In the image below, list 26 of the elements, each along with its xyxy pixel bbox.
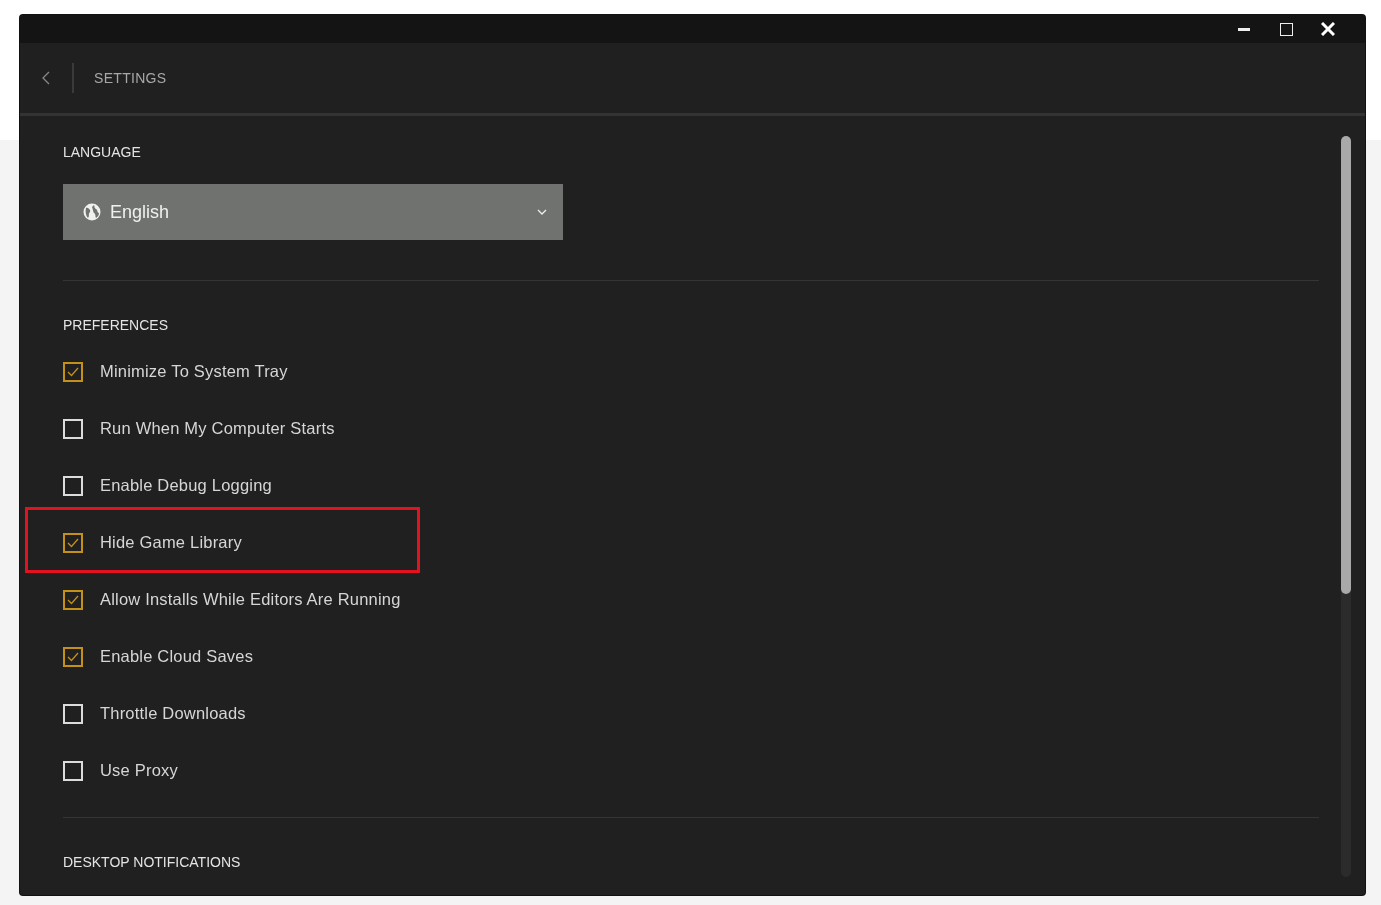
language-dropdown[interactable]: English <box>63 184 563 240</box>
globe-icon <box>83 203 101 221</box>
checkbox-label: Throttle Downloads <box>100 704 246 723</box>
section-heading: LANGUAGE <box>63 144 142 160</box>
section-heading: DESKTOP NOTIFICATIONS <box>63 854 242 870</box>
checkbox-label: Enable Cloud Saves <box>100 647 254 666</box>
checkbox-label: Use Proxy <box>100 761 178 780</box>
checkbox[interactable] <box>63 361 83 382</box>
checkbox-label: Hide Game Library <box>100 533 242 552</box>
section-heading: PREFERENCES <box>63 317 170 333</box>
checkbox-label: Enable Debug Logging <box>100 476 272 495</box>
checkmark-icon <box>67 537 79 548</box>
checkbox-label: Allow Installs While Editors Are Running <box>100 590 401 609</box>
chevron-left-icon <box>42 71 50 85</box>
checkmark-icon <box>67 651 79 662</box>
checkbox[interactable] <box>63 532 83 553</box>
maximize-icon <box>1279 22 1293 36</box>
checkbox[interactable] <box>63 589 83 610</box>
page-title: SETTINGS <box>94 70 167 86</box>
checkmark-icon <box>67 366 79 377</box>
chevron-down-icon <box>537 209 547 215</box>
close-icon <box>1321 22 1335 36</box>
checkbox-label: Run When My Computer Starts <box>100 419 335 438</box>
checkbox-label: Minimize To System Tray <box>100 362 288 381</box>
checkmark-icon <box>67 594 79 605</box>
checkbox[interactable] <box>63 646 83 667</box>
